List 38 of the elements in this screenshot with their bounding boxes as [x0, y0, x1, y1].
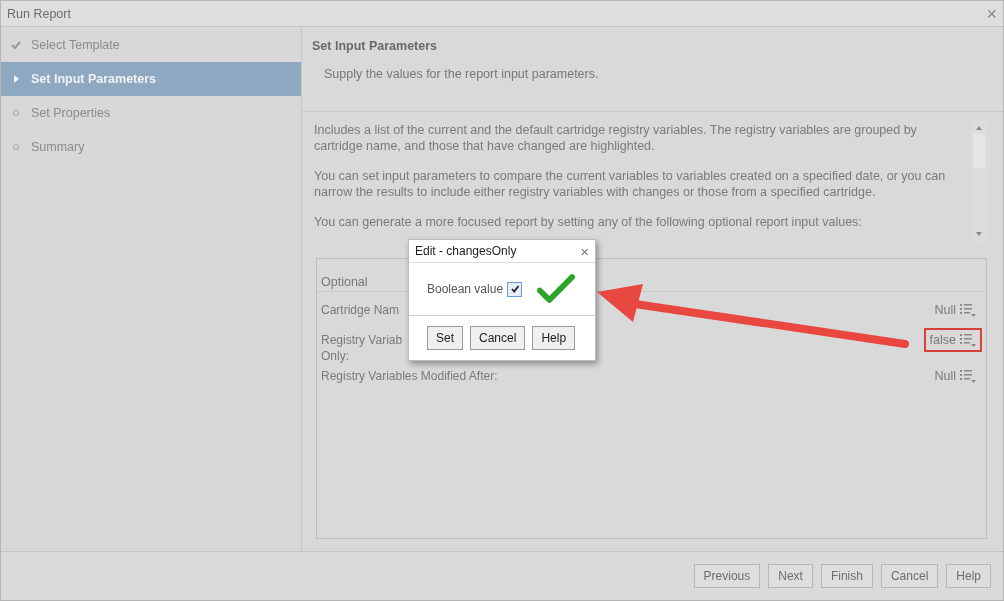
- parameter-label: Only:: [321, 348, 350, 364]
- wizard-button[interactable]: Finish: [820, 564, 873, 588]
- close-button[interactable]: ×: [986, 4, 997, 23]
- dialog-button[interactable]: Cancel: [470, 326, 526, 350]
- parameter-label: Cartridge Nam: [321, 302, 400, 318]
- dialog-button[interactable]: Help: [532, 326, 576, 350]
- wizard-button[interactable]: Help: [946, 564, 991, 588]
- wizard-step[interactable]: Select Template: [1, 28, 301, 62]
- list-dropdown-icon: [960, 369, 976, 383]
- description-text: Includes a list of the current and the default cartridge registry variables. The registry variables are grouped by cartridge name, and those that have changed are highlighted.: [314, 122, 918, 154]
- wizard-button[interactable]: Previous: [693, 564, 761, 588]
- description-text: You can set input parameters to compare the current variables to variables created on a specified date, or you can narrow the results to include either registry variables with changes or those from a specified cartridge.: [314, 168, 947, 200]
- wizard-button[interactable]: Cancel: [880, 564, 939, 588]
- circle-icon: [11, 142, 21, 152]
- parameter-label: Registry Variab: [321, 332, 403, 348]
- list-dropdown-icon: [960, 303, 976, 317]
- parameter-value[interactable]: false: [923, 328, 982, 352]
- check-icon: [509, 284, 520, 294]
- page-title: Set Input Parameters: [312, 39, 439, 53]
- parameter-value[interactable]: Null: [928, 298, 982, 322]
- window-title: Run Report: [7, 6, 71, 21]
- check-icon: [11, 40, 21, 50]
- triangle-icon: [11, 74, 21, 84]
- page-subtitle: Supply the values for the report input parameters.: [323, 67, 600, 81]
- list-dropdown-icon: [960, 333, 976, 347]
- parameter-value[interactable]: Null: [928, 364, 982, 388]
- description-text: You can generate a more focused report by setting any of the following optional report input values:: [314, 214, 863, 230]
- wizard-step[interactable]: Set Input Parameters: [1, 62, 301, 96]
- checkmark-icon: [537, 274, 575, 303]
- dialog-title: Edit - changesOnly: [415, 244, 517, 258]
- circle-icon: [11, 108, 21, 118]
- dialog-button[interactable]: Set: [427, 326, 463, 350]
- wizard-button[interactable]: Next: [768, 564, 813, 588]
- parameter-label: Registry Variables Modified After:: [321, 368, 498, 384]
- close-button[interactable]: ×: [580, 243, 589, 259]
- checkbox[interactable]: [507, 281, 523, 297]
- wizard-step[interactable]: Set Properties: [1, 96, 301, 130]
- wizard-step[interactable]: Summary: [1, 130, 301, 164]
